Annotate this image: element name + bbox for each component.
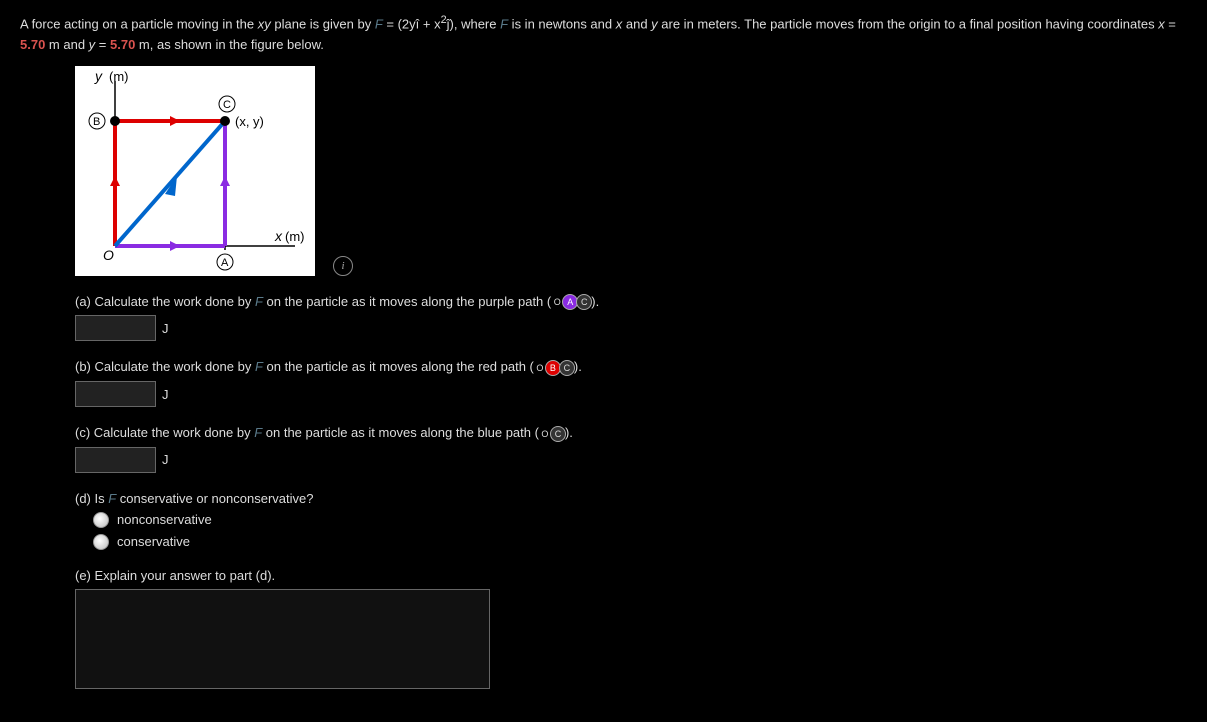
force-symbol: F [108, 491, 116, 506]
answer-input-c[interactable] [75, 447, 156, 473]
svg-text:y: y [94, 68, 103, 84]
info-icon[interactable]: i [333, 256, 353, 276]
radio-label: conservative [117, 534, 190, 549]
svg-text:(m): (m) [285, 229, 305, 244]
unit-label: J [162, 452, 169, 467]
svg-text:(x, y): (x, y) [235, 114, 264, 129]
question-a: (a) Calculate the work done by F on the … [75, 294, 1187, 342]
svg-text:(m): (m) [109, 69, 129, 84]
unit-label: J [162, 321, 169, 336]
svg-text:C: C [223, 99, 231, 111]
unit-label: J [162, 387, 169, 402]
problem-statement: A force acting on a particle moving in t… [20, 12, 1187, 56]
svg-text:x: x [274, 228, 283, 244]
radio-nonconservative[interactable] [93, 512, 109, 528]
question-c: (c) Calculate the work done by F on the … [75, 425, 1187, 473]
explanation-textarea[interactable] [75, 589, 490, 689]
radio-label: nonconservative [117, 512, 212, 527]
question-b: (b) Calculate the work done by F on the … [75, 359, 1187, 407]
answer-input-a[interactable] [75, 315, 156, 341]
question-d: (d) Is F conservative or nonconservative… [75, 491, 1187, 550]
force-symbol: F [255, 359, 263, 374]
svg-text:B: B [93, 116, 100, 128]
path-figure: y (m) x (m) O (x, y) A B C [75, 66, 315, 276]
force-symbol: F [254, 425, 262, 440]
svg-text:A: A [221, 257, 229, 269]
radio-conservative[interactable] [93, 534, 109, 550]
svg-text:O: O [103, 247, 114, 263]
force-symbol: F [255, 294, 263, 309]
question-e: (e) Explain your answer to part (d). [75, 568, 1187, 692]
answer-input-b[interactable] [75, 381, 156, 407]
